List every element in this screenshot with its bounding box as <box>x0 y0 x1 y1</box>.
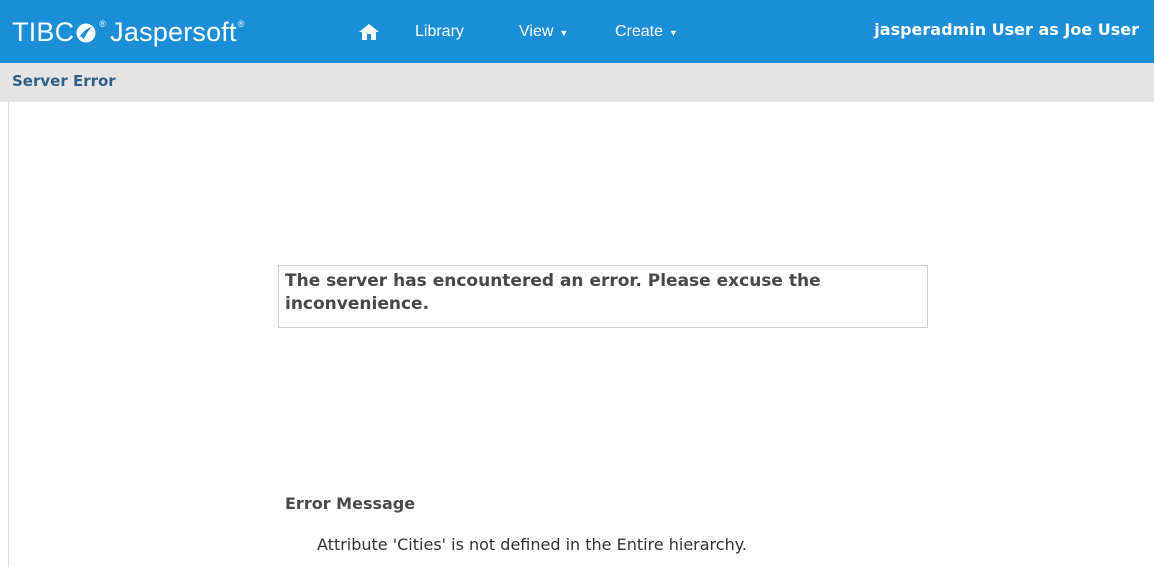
logo-reg-mark: ® <box>99 19 107 29</box>
user-menu[interactable]: jasperadmin User as Joe User <box>874 18 1139 42</box>
error-notice-box: The server has encountered an error. Ple… <box>278 265 928 328</box>
home-button[interactable] <box>358 22 380 42</box>
nav-view-menu[interactable]: View ▼ <box>519 20 568 44</box>
nav-view-label: View <box>519 23 554 41</box>
top-navigation-bar: TIBC ® Jaspersoft ® Library View ▼ Create… <box>0 0 1154 63</box>
chevron-down-icon: ▼ <box>669 28 678 38</box>
tibco-jaspersoft-logo[interactable]: TIBC ® Jaspersoft ® <box>12 12 245 52</box>
nav-create-label: Create <box>615 23 664 41</box>
home-icon <box>359 24 379 40</box>
error-message-detail: Attribute 'Cities' is not defined in the… <box>317 535 747 554</box>
page-title-bar: Server Error <box>0 63 1154 102</box>
logo-reg-mark-2: ® <box>237 19 245 29</box>
error-message-heading: Error Message <box>285 494 416 513</box>
nav-library[interactable]: Library <box>415 20 464 44</box>
tibco-ball-icon <box>76 23 96 43</box>
nav-library-label: Library <box>415 23 464 40</box>
logo-tibco-text: TIBC <box>12 16 75 47</box>
nav-create-menu[interactable]: Create ▼ <box>615 20 678 44</box>
error-notice-text: The server has encountered an error. Ple… <box>285 271 821 314</box>
logo-jaspersoft-text: Jaspersoft <box>110 16 237 47</box>
chevron-down-icon: ▼ <box>559 28 569 38</box>
page-title: Server Error <box>12 72 116 90</box>
left-divider <box>8 102 9 567</box>
